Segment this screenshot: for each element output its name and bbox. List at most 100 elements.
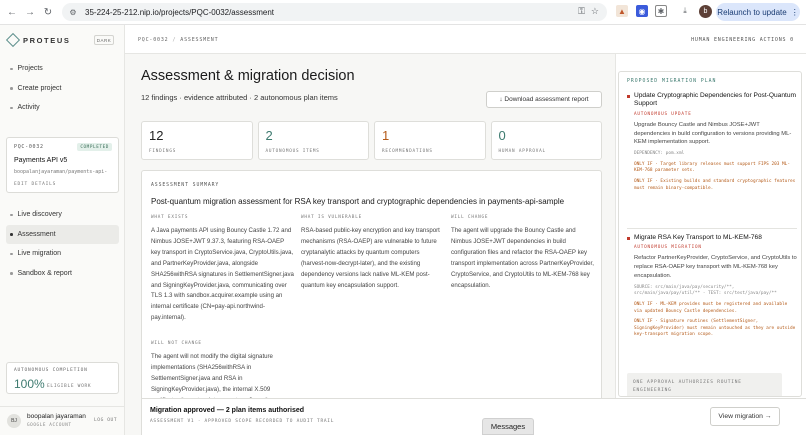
nav-item-activity[interactable]: Activity — [0, 98, 125, 118]
stat-label: RECOMMENDATIONS — [382, 149, 433, 154]
metamask-extension-icon[interactable]: ▲ — [616, 5, 628, 17]
plan-item-title: Update Cryptographic Dependencies for Po… — [627, 92, 797, 109]
assessment-summary-card: ASSESSMENT SUMMARY Post-quantum migratio… — [141, 170, 602, 435]
main-content: Assessment & migration decision 12 findi… — [125, 54, 615, 435]
autonomous-label: AUTONOMOUS COMPLETION — [14, 368, 88, 373]
breadcrumb-page: ASSESSMENT — [180, 37, 219, 43]
plan-card: PROPOSED MIGRATION PLAN Update Cryptogra… — [618, 71, 802, 397]
bullet-icon — [10, 272, 13, 275]
plan-heading: PROPOSED MIGRATION PLAN — [627, 79, 717, 84]
summary-title: Post-quantum migration assessment for RS… — [151, 197, 565, 206]
plan-item-source: SOURCE: src/main/java/pay/security/**, s… — [634, 284, 777, 297]
address-bar-actions: ⚿ ☆ — [578, 6, 599, 17]
bullet-icon — [10, 252, 13, 255]
column-heading: WILL NOT CHANGE — [151, 341, 202, 346]
dark-mode-toggle[interactable]: DARK — [94, 35, 114, 45]
plan-item-condition: ONLY IF · Existing builds and standard c… — [634, 178, 796, 191]
what-is-vulnerable-column: WHAT IS VULNERABLE RSA-based public-key … — [301, 215, 444, 291]
nav-item-projects[interactable]: Projects — [0, 59, 125, 79]
nav-item-assessment[interactable]: Assessment — [6, 224, 119, 244]
nav-label: Sandbox & report — [17, 269, 72, 277]
project-card: PQC-0032 COMPLETED Payments API v5 boopa… — [6, 137, 119, 193]
migration-plan-panel: PROPOSED MIGRATION PLAN Update Cryptogra… — [615, 54, 806, 399]
human-engineering-actions[interactable]: HUMAN ENGINEERING ACTIONS 0 — [691, 37, 794, 43]
approval-title: Migration approved — 2 plan items author… — [150, 407, 305, 414]
url-text[interactable]: 35-224-25-212.nip.io/projects/PQC-0032/a… — [85, 8, 274, 17]
bullet-icon — [10, 67, 13, 70]
approval-subtitle: ASSESSMENT V1 · APPROVED SCOPE RECORDED … — [150, 419, 335, 424]
brand[interactable]: PROTEUS — [5, 32, 71, 48]
bullet-icon — [10, 106, 13, 109]
user-name: boopalan jayaraman — [27, 413, 86, 420]
user-account: BJ boopalan jayaraman GOOGLE ACCOUNT LOG… — [0, 406, 125, 435]
top-bar: PQC-0032 /ASSESSMENT HUMAN ENGINEERING AC… — [125, 25, 806, 54]
nav-item-create-project[interactable]: Create project — [0, 79, 125, 99]
column-text: The agent will upgrade the Bouncy Castle… — [451, 227, 594, 289]
plan-item-tag: AUTONOMOUS UPDATE — [634, 111, 692, 117]
bookmark-star-icon[interactable]: ☆ — [591, 6, 599, 17]
download-report-button[interactable]: ↓ Download assessment report — [486, 91, 602, 108]
more-vert-icon: ⋮ — [790, 7, 799, 17]
stat-findings: 12 FINDINGS — [141, 121, 253, 160]
breadcrumb-project[interactable]: PQC-0032 — [138, 37, 168, 43]
puzzle-extensions-icon[interactable]: ✱ — [655, 5, 667, 17]
what-exists-column: WHAT EXISTS A Java payments API using Bo… — [151, 215, 294, 324]
nav-label: Assessment — [17, 230, 56, 238]
nav-label: Projects — [17, 65, 43, 73]
avatar: BJ — [7, 414, 21, 428]
nav-item-live-migration[interactable]: Live migration — [0, 244, 125, 264]
autonomous-completion-card: AUTONOMOUS COMPLETION 100% ELIGIBLE WORK — [6, 362, 119, 394]
breadcrumb: PQC-0032 /ASSESSMENT — [138, 37, 218, 43]
nav-label: Live migration — [17, 250, 62, 258]
plan-item-tag: AUTONOMOUS MIGRATION — [634, 245, 702, 251]
back-icon[interactable]: ← — [6, 6, 18, 18]
approval-bar: Migration approved — 2 plan items author… — [141, 398, 806, 435]
brand-name: PROTEUS — [23, 35, 71, 45]
extension-icon[interactable]: ◉ — [636, 5, 648, 17]
project-repo: boopalanjayaraman/payments-api- — [14, 169, 108, 175]
view-migration-button[interactable]: View migration → — [710, 407, 780, 426]
project-name: Payments API v5 — [14, 157, 68, 164]
section-label: ASSESSMENT SUMMARY — [151, 183, 220, 188]
password-key-icon[interactable]: ⚿ — [578, 6, 585, 17]
plan-item-dependency: DEPENDENCY: pom.xml — [634, 151, 685, 157]
column-heading: WHAT EXISTS — [151, 215, 189, 220]
profile-avatar[interactable]: b — [699, 5, 712, 18]
plan-item-condition: ONLY IF · Target library releases must s… — [634, 161, 790, 174]
plan-item-title: Migrate RSA Key Transport to ML-KEM-768 — [627, 234, 797, 242]
status-badge: COMPLETED — [77, 143, 112, 151]
account-provider: GOOGLE ACCOUNT — [27, 423, 72, 428]
primary-nav: Projects Create project Activity — [0, 59, 125, 118]
address-bar[interactable]: ⚙ 35-224-25-212.nip.io/projects/PQC-0032… — [62, 3, 607, 21]
stat-recommendations: 1 RECOMMENDATIONS — [374, 121, 486, 160]
plan-item-condition: ONLY IF · Signature routines (Settlement… — [634, 319, 796, 338]
nav-item-sandbox-report[interactable]: Sandbox & report — [0, 264, 125, 284]
plan-item[interactable]: Migrate RSA Key Transport to ML-KEM-768 … — [627, 234, 797, 339]
autonomous-value: 100% — [14, 377, 45, 391]
edit-details-link[interactable]: EDIT DETAILS — [14, 182, 56, 187]
plan-item-description: Upgrade Bouncy Castle and Nimbus JOSE+JW… — [634, 121, 792, 146]
page-title: Assessment & migration decision — [141, 68, 355, 84]
plan-item[interactable]: Update Cryptographic Dependencies for Po… — [627, 92, 797, 192]
forward-icon[interactable]: → — [24, 6, 36, 18]
page-subtitle: 12 findings · evidence attributed · 2 au… — [141, 93, 338, 102]
nav-label: Create project — [17, 84, 62, 92]
approval-note: ONE APPROVAL AUTHORIZES ROUTINE ENGINEER… — [627, 373, 782, 396]
stat-label: AUTONOMOUS ITEMS — [265, 149, 320, 154]
relaunch-button[interactable]: Relaunch to update ⋮ — [716, 3, 800, 21]
stat-value: 0 — [498, 128, 506, 143]
nav-item-live-discovery[interactable]: Live discovery — [0, 205, 125, 225]
stat-value: 1 — [382, 128, 390, 143]
column-heading: WILL CHANGE — [451, 215, 489, 220]
browser-toolbar: ← → ↻ ⚙ 35-224-25-212.nip.io/projects/PQ… — [0, 0, 806, 25]
column-text: A Java payments API using Bouncy Castle … — [151, 227, 294, 322]
sidebar: PROTEUS DARK Projects Create project Act… — [0, 25, 125, 435]
messages-tab[interactable]: Messages — [482, 418, 534, 435]
logout-button[interactable]: LOG OUT — [94, 418, 117, 423]
download-icon[interactable]: ⤓ — [679, 5, 691, 17]
column-text: RSA-based public-key encryption and key … — [301, 227, 440, 289]
stats-row: 12 FINDINGS 2 AUTONOMOUS ITEMS 1 RECOMME… — [141, 121, 602, 160]
stat-human-approval: 0 HUMAN APPROVAL — [490, 121, 602, 160]
site-info-icon[interactable]: ⚙ — [67, 6, 79, 18]
reload-icon[interactable]: ↻ — [42, 6, 54, 18]
